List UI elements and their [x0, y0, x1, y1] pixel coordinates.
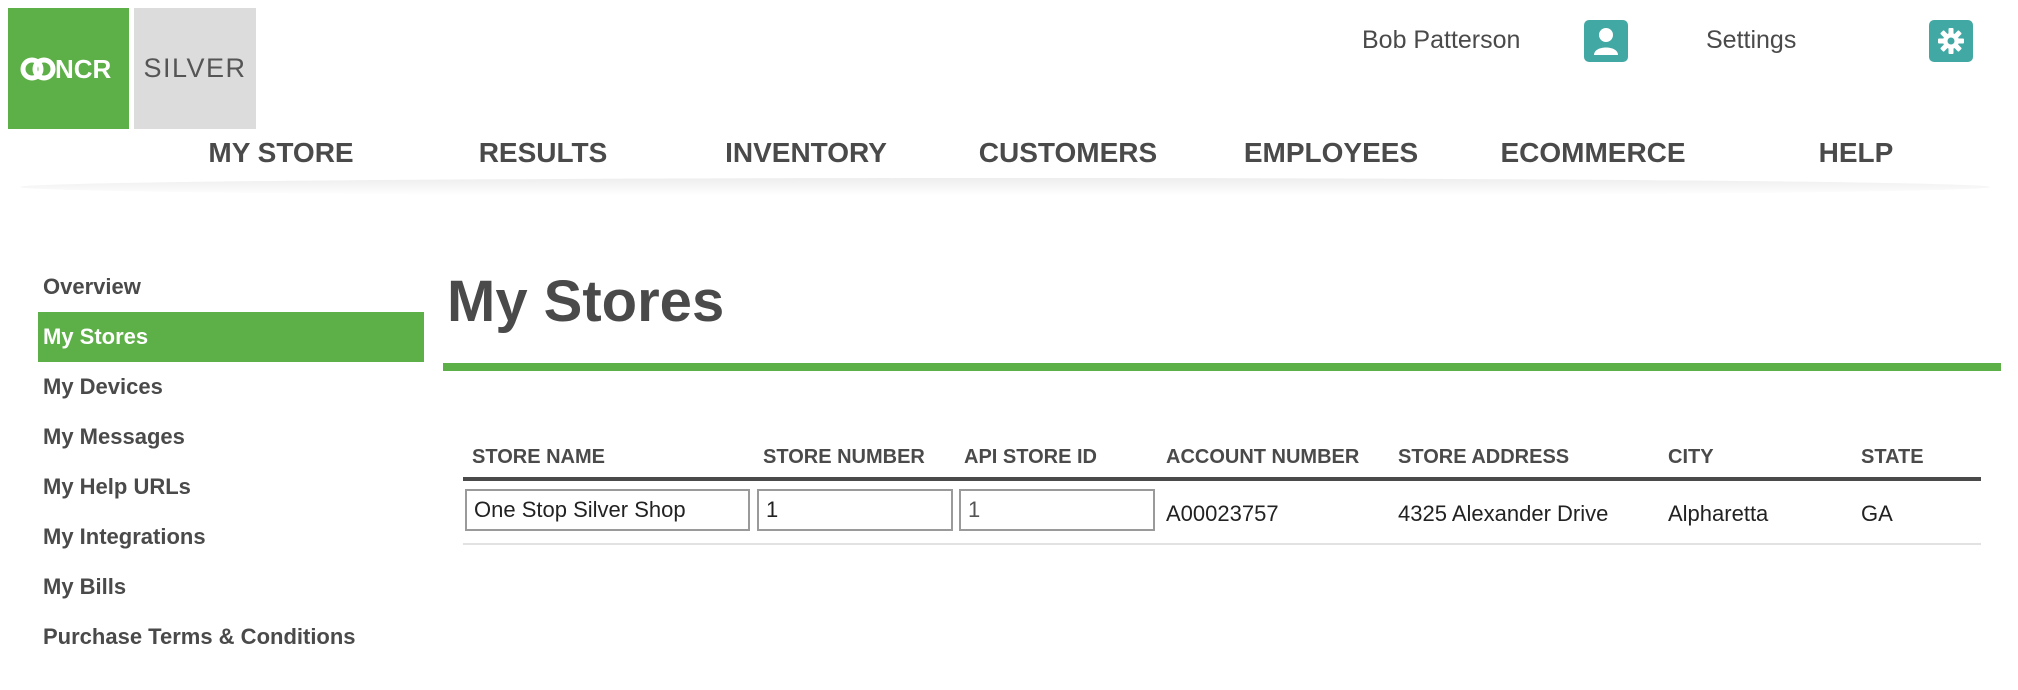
table-row: A00023757 4325 Alexander Drive Alpharett… — [463, 481, 1981, 545]
nav-divider-shadow — [20, 178, 1990, 196]
stores-table: STORE NAME STORE NUMBER API STORE ID ACC… — [463, 440, 1981, 545]
ncr-logo-mark-icon: NCR — [20, 54, 112, 84]
user-icon — [1594, 28, 1618, 55]
store-address-value: 4325 Alexander Drive — [1398, 501, 1609, 526]
gear-icon — [1938, 28, 1964, 54]
silver-logo[interactable]: SILVER — [134, 8, 256, 129]
settings-link[interactable]: Settings — [1706, 26, 1796, 55]
title-underline — [443, 363, 2001, 371]
column-header-store-address: STORE ADDRESS — [1398, 446, 1570, 468]
nav-customers[interactable]: CUSTOMERS — [953, 137, 1183, 169]
sidebar-item-my-integrations[interactable]: My Integrations — [38, 512, 424, 562]
column-header-account-number: ACCOUNT NUMBER — [1166, 446, 1360, 468]
store-number-input[interactable] — [757, 489, 953, 531]
store-name-input[interactable] — [465, 489, 750, 531]
sidebar-item-my-devices[interactable]: My Devices — [38, 362, 424, 412]
column-header-store-name: STORE NAME — [472, 446, 605, 468]
page-title: My Stores — [447, 269, 725, 334]
user-name[interactable]: Bob Patterson — [1362, 26, 1520, 55]
nav-inventory[interactable]: INVENTORY — [691, 137, 921, 169]
main-nav: MY STORE RESULTS INVENTORY CUSTOMERS EMP… — [0, 132, 2018, 182]
ncr-logo-text: NCR — [55, 54, 112, 84]
nav-my-store[interactable]: MY STORE — [166, 137, 396, 169]
sidebar-item-my-messages[interactable]: My Messages — [38, 412, 424, 462]
state-value: GA — [1861, 501, 1893, 526]
nav-help[interactable]: HELP — [1741, 137, 1971, 169]
sidebar-item-my-stores[interactable]: My Stores — [38, 312, 424, 362]
column-header-state: STATE — [1861, 446, 1924, 468]
table-header: STORE NAME STORE NUMBER API STORE ID ACC… — [463, 440, 1981, 481]
city-value: Alpharetta — [1668, 501, 1769, 526]
sidebar-item-overview[interactable]: Overview — [38, 262, 424, 312]
ncr-logo[interactable]: NCR — [8, 8, 129, 129]
nav-results[interactable]: RESULTS — [428, 137, 658, 169]
user-profile-button[interactable] — [1584, 20, 1628, 62]
sidebar: Overview My Stores My Devices My Message… — [38, 262, 424, 662]
api-store-id-input[interactable] — [959, 489, 1155, 531]
column-header-city: CITY — [1668, 446, 1714, 468]
sidebar-item-purchase-terms[interactable]: Purchase Terms & Conditions — [38, 612, 424, 662]
column-header-store-number: STORE NUMBER — [763, 446, 925, 468]
account-number-value: A00023757 — [1166, 501, 1279, 526]
silver-logo-text: SILVER — [143, 53, 247, 83]
column-header-api-store-id: API STORE ID — [964, 446, 1097, 468]
settings-button[interactable] — [1929, 20, 1973, 62]
nav-ecommerce[interactable]: ECOMMERCE — [1478, 137, 1708, 169]
sidebar-item-my-help-urls[interactable]: My Help URLs — [38, 462, 424, 512]
sidebar-item-my-bills[interactable]: My Bills — [38, 562, 424, 612]
nav-employees[interactable]: EMPLOYEES — [1216, 137, 1446, 169]
